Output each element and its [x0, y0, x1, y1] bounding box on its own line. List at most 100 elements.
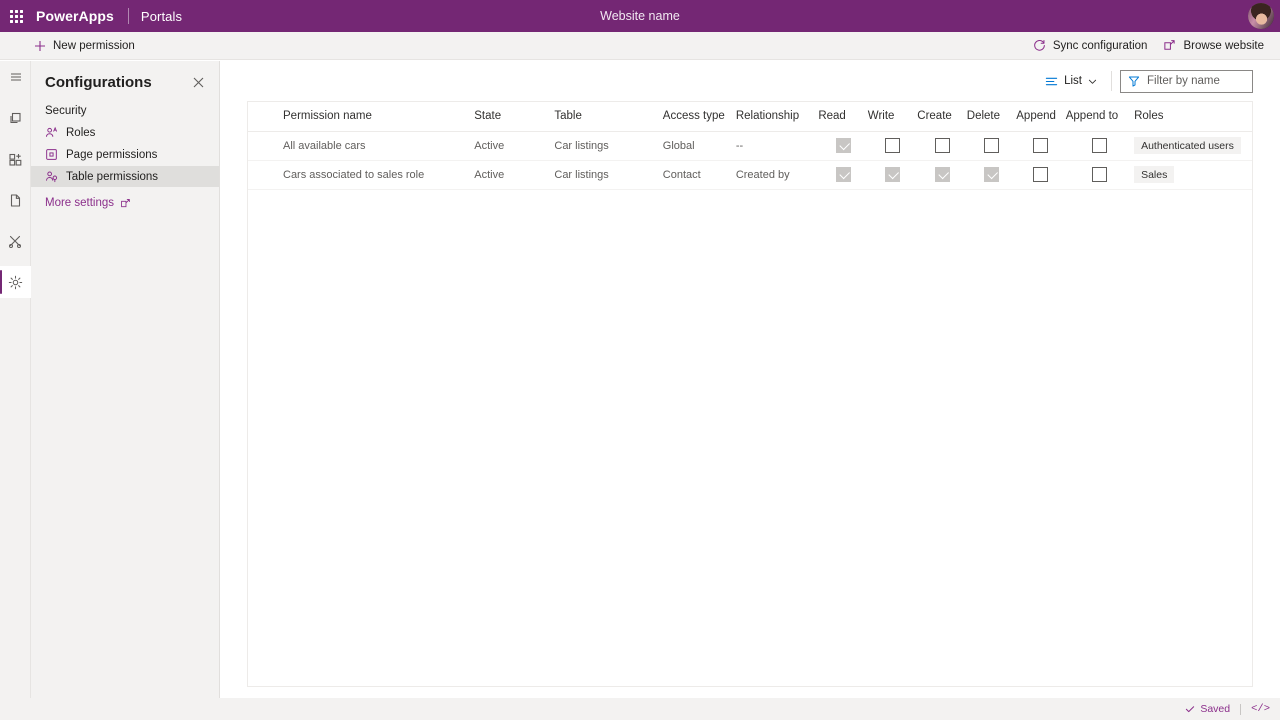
cell-roles: Authenticated users [1134, 131, 1252, 161]
table-header-row: Permission name State Table Access type … [248, 102, 1252, 132]
table-row[interactable]: All available cars Active Car listings G… [248, 131, 1252, 161]
status-badge: Sales [1134, 166, 1175, 183]
pages-icon[interactable] [0, 102, 31, 134]
column-header-relationship[interactable]: Relationship [735, 102, 819, 132]
column-header-write[interactable]: Write [867, 102, 918, 132]
sidebar-item-table-permissions[interactable]: Table permissions [31, 166, 219, 187]
view-mode-selector[interactable]: List [1039, 68, 1103, 94]
checkbox-delete[interactable] [984, 138, 999, 153]
column-header-create[interactable]: Create [917, 102, 967, 132]
command-bar-right-group: Sync configuration Browse website [1025, 32, 1272, 60]
page-title: Configurations [45, 73, 152, 91]
cell-permission-name: Cars associated to sales role [248, 160, 475, 190]
cell-create[interactable] [917, 131, 967, 161]
main-content: List Permission name State [220, 61, 1280, 720]
sidebar-item-roles[interactable]: Roles [31, 122, 219, 143]
configurations-panel: Configurations Security Roles Page permi… [31, 61, 220, 720]
checkbox-append-to[interactable] [1092, 138, 1108, 153]
cell-read[interactable] [818, 131, 868, 161]
column-header-access-type[interactable]: Access type [662, 102, 736, 132]
sync-configuration-button[interactable]: Sync configuration [1025, 32, 1156, 60]
permissions-table-card: Permission name State Table Access type … [247, 101, 1253, 687]
checkbox-delete[interactable] [984, 167, 999, 182]
checkbox-read[interactable] [835, 138, 851, 153]
checkbox-append[interactable] [1033, 167, 1049, 182]
column-header-permission-name[interactable]: Permission name [248, 102, 475, 132]
browse-website-button[interactable]: Browse website [1155, 32, 1272, 60]
cell-write[interactable] [867, 131, 918, 161]
plus-icon [34, 40, 46, 52]
table-body: All available cars Active Car listings G… [248, 131, 1252, 190]
page-icon[interactable] [0, 184, 31, 216]
checkbox-create[interactable] [934, 167, 950, 182]
powerapps-brand[interactable]: PowerApps [36, 8, 114, 24]
sidebar-item-page-permissions[interactable]: Page permissions [31, 144, 219, 165]
sidebar-item-label: Table permissions [66, 170, 159, 183]
styling-icon[interactable] [0, 225, 31, 257]
cell-relationship: Created by [735, 160, 819, 190]
cell-delete[interactable] [966, 160, 1017, 190]
saved-status: Saved [1185, 703, 1230, 715]
column-header-append[interactable]: Append [1016, 102, 1066, 132]
more-settings-link[interactable]: More settings [31, 188, 219, 209]
table-row[interactable]: Cars associated to sales role Active Car… [248, 160, 1252, 190]
filter-funnel-icon [1128, 75, 1140, 87]
cell-state: Active [474, 131, 555, 161]
sidebar-item-label: Page permissions [66, 148, 158, 161]
column-header-roles[interactable]: Roles [1134, 102, 1252, 132]
checkbox-create[interactable] [934, 138, 950, 153]
rail-spacer [0, 216, 30, 225]
rail-spacer [0, 134, 30, 143]
roles-person-icon [45, 126, 58, 139]
checkbox-append[interactable] [1033, 138, 1049, 153]
app-name-portals[interactable]: Portals [141, 9, 182, 24]
column-header-state[interactable]: State [474, 102, 555, 132]
cell-append[interactable] [1016, 131, 1066, 161]
website-name-title: Website name [600, 9, 680, 23]
filter-by-name-box[interactable] [1120, 69, 1253, 93]
code-brackets-icon[interactable]: </> [1251, 703, 1270, 715]
column-header-append-to[interactable]: Append to [1065, 102, 1135, 132]
app-launcher-waffle-icon[interactable] [0, 0, 32, 32]
cell-write[interactable] [867, 160, 918, 190]
checkbox-write[interactable] [885, 138, 901, 153]
components-icon[interactable] [0, 143, 31, 175]
status-badge: Authenticated users [1134, 137, 1241, 154]
toolbar-divider [1111, 71, 1112, 91]
column-header-read[interactable]: Read [818, 102, 868, 132]
checkbox-read[interactable] [835, 167, 851, 182]
settings-gear-icon[interactable] [0, 266, 31, 298]
table-permissions-icon [45, 170, 58, 183]
cell-access-type: Global [662, 131, 736, 161]
cell-access-type: Contact [662, 160, 736, 190]
list-toolbar: List [1039, 61, 1253, 101]
column-header-delete[interactable]: Delete [966, 102, 1017, 132]
suite-bar: PowerApps Portals Website name [0, 0, 1280, 32]
close-icon[interactable] [189, 73, 207, 91]
sidebar-item-label: Roles [66, 126, 96, 139]
table-permissions-grid: Permission name State Table Access type … [248, 102, 1252, 190]
saved-label: Saved [1200, 703, 1231, 715]
command-bar: New permission Sync configuration Browse… [0, 32, 1280, 60]
cell-append-to[interactable] [1065, 131, 1135, 161]
cell-state: Active [474, 160, 555, 190]
checkbox-write[interactable] [885, 167, 901, 182]
new-permission-button[interactable]: New permission [26, 32, 143, 60]
column-header-table[interactable]: Table [554, 102, 663, 132]
cell-read[interactable] [818, 160, 868, 190]
checkbox-append-to[interactable] [1092, 167, 1108, 182]
cell-delete[interactable] [966, 131, 1017, 161]
status-divider [1240, 703, 1242, 715]
filter-input[interactable] [1147, 75, 1245, 87]
status-bar: Saved </> [0, 698, 1280, 720]
cell-append[interactable] [1016, 160, 1066, 190]
security-group-label: Security [45, 105, 87, 117]
avatar[interactable] [1248, 3, 1274, 29]
brand-divider [127, 8, 129, 24]
refresh-icon [1033, 39, 1046, 52]
rail-spacer [0, 93, 30, 102]
left-icon-rail [0, 61, 31, 720]
cell-create[interactable] [917, 160, 967, 190]
cell-append-to[interactable] [1065, 160, 1135, 190]
menu-icon[interactable] [0, 61, 31, 93]
